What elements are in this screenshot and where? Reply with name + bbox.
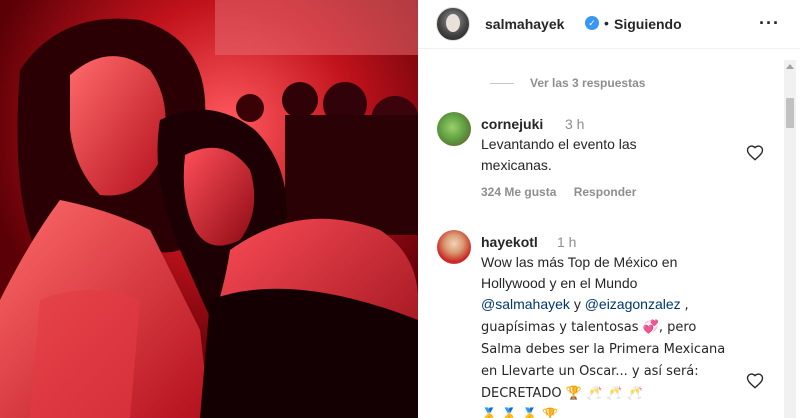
comment-meta: 324 Me gusta Responder (481, 185, 650, 199)
like-heart-icon[interactable] (746, 144, 764, 162)
comment-text: Wow las más Top de México en Hollywood y… (481, 252, 726, 418)
comment-time[interactable]: 1 h (557, 234, 576, 250)
comment-likes[interactable]: 324 Me gusta (481, 185, 556, 199)
commenter-avatar[interactable] (437, 230, 471, 264)
like-heart-icon[interactable] (746, 372, 764, 390)
reply-button[interactable]: Responder (574, 185, 637, 199)
post-side-panel: salmahayek ✓ • Siguiendo ··· Ver las 3 r… (418, 0, 800, 418)
replies-divider (490, 82, 514, 84)
mention-link[interactable]: @eizagonzalez (585, 296, 681, 312)
comments-scrollbar[interactable] (784, 60, 796, 418)
verified-icon: ✓ (585, 16, 599, 30)
author-avatar[interactable] (436, 7, 470, 41)
view-replies-label: Ver las 3 respuestas (530, 76, 646, 90)
comments-list: Ver las 3 respuestas cornejuki 3 h Levan… (418, 50, 782, 418)
post-photo[interactable] (0, 0, 418, 418)
commenter-avatar[interactable] (437, 112, 471, 146)
comment-time[interactable]: 3 h (565, 116, 584, 132)
post-photo-image (0, 0, 418, 418)
comment-username[interactable]: hayekotl (481, 234, 538, 250)
scrollbar-thumb[interactable] (786, 98, 794, 128)
follow-button[interactable]: Siguiendo (614, 16, 682, 32)
comment-username[interactable]: cornejuki (481, 116, 543, 132)
post-header: salmahayek ✓ • Siguiendo ··· (418, 0, 800, 49)
comment-connector: y (573, 296, 581, 312)
author-username[interactable]: salmahayek (485, 16, 564, 32)
scroll-up-icon[interactable] (786, 64, 794, 69)
more-options-icon[interactable]: ··· (759, 14, 780, 32)
comment-text-part: , guapísimas y talentosas 💞, pero Salma … (481, 298, 726, 401)
view-replies-button[interactable]: Ver las 3 respuestas (490, 76, 645, 90)
comment-text: Levantando el evento las mexicanas. (481, 136, 637, 173)
comment-text-part: Wow las más Top de México en Hollywood y… (481, 254, 678, 291)
header-separator: • (604, 15, 609, 31)
mention-link[interactable]: @salmahayek (481, 296, 570, 312)
comment-emoji-line: 🥇 🥇 🥇 🏆 (481, 408, 559, 418)
